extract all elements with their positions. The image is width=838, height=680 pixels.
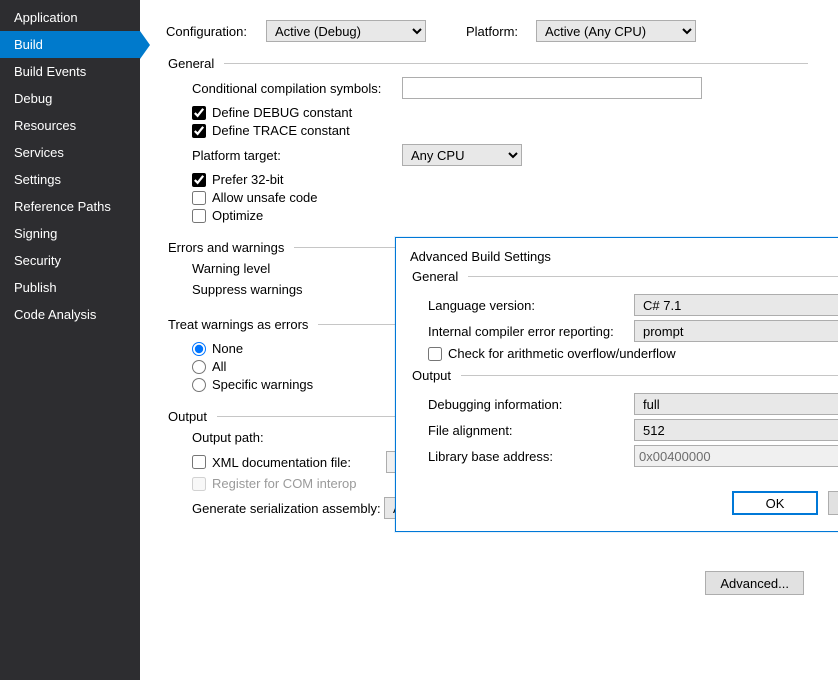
register-com-checkbox (192, 477, 206, 491)
debug-info-select[interactable]: full (634, 393, 838, 415)
treat-none-label: None (212, 341, 243, 356)
define-trace-label: Define TRACE constant (212, 123, 350, 138)
sidebar-item-publish[interactable]: Publish (0, 274, 140, 301)
suppress-warnings-label: Suppress warnings (192, 282, 332, 297)
cancel-button[interactable]: Cancel (828, 491, 838, 515)
output-path-label: Output path: (192, 430, 362, 445)
treat-specific-label: Specific warnings (212, 377, 313, 392)
platform-target-label: Platform target: (192, 148, 402, 163)
project-properties-sidebar: Application Build Build Events Debug Res… (0, 0, 140, 680)
sidebar-item-label: Debug (14, 91, 52, 106)
general-legend: General (166, 56, 224, 71)
sidebar-item-services[interactable]: Services (0, 139, 140, 166)
sidebar-item-code-analysis[interactable]: Code Analysis (0, 301, 140, 328)
xml-doc-label: XML documentation file: (212, 455, 380, 470)
configuration-label: Configuration: (166, 24, 266, 39)
conditional-symbols-input[interactable] (402, 77, 702, 99)
language-version-select[interactable]: C# 7.1 (634, 294, 838, 316)
define-debug-label: Define DEBUG constant (212, 105, 352, 120)
dialog-output-legend: Output (410, 368, 461, 383)
sidebar-item-resources[interactable]: Resources (0, 112, 140, 139)
prefer-32bit-label: Prefer 32-bit (212, 172, 284, 187)
platform-target-select[interactable]: Any CPU (402, 144, 522, 166)
internal-error-label: Internal compiler error reporting: (428, 324, 634, 339)
platform-select[interactable]: Active (Any CPU) (536, 20, 696, 42)
configuration-select[interactable]: Active (Debug) (266, 20, 426, 42)
xml-doc-checkbox[interactable] (192, 455, 206, 469)
sidebar-item-label: Publish (14, 280, 57, 295)
overflow-checkbox[interactable] (428, 347, 442, 361)
sidebar-item-debug[interactable]: Debug (0, 85, 140, 112)
prefer-32bit-checkbox[interactable] (192, 173, 206, 187)
sidebar-item-security[interactable]: Security (0, 247, 140, 274)
define-trace-checkbox[interactable] (192, 124, 206, 138)
treat-specific-radio[interactable] (192, 378, 206, 392)
allow-unsafe-label: Allow unsafe code (212, 190, 318, 205)
sidebar-item-label: Settings (14, 172, 61, 187)
library-base-input[interactable] (634, 445, 838, 467)
debug-info-label: Debugging information: (428, 397, 634, 412)
file-alignment-label: File alignment: (428, 423, 634, 438)
optimize-label: Optimize (212, 208, 263, 223)
treat-all-label: All (212, 359, 226, 374)
sidebar-item-reference-paths[interactable]: Reference Paths (0, 193, 140, 220)
treat-all-radio[interactable] (192, 360, 206, 374)
general-section: General Conditional compilation symbols:… (166, 56, 808, 226)
ok-button[interactable]: OK (732, 491, 818, 515)
sidebar-item-label: Build Events (14, 64, 86, 79)
build-settings-panel: Configuration: Active (Debug) Platform: … (140, 0, 838, 680)
library-base-label: Library base address: (428, 449, 634, 464)
sidebar-item-label: Resources (14, 118, 76, 133)
sidebar-item-build-events[interactable]: Build Events (0, 58, 140, 85)
sidebar-item-label: Signing (14, 226, 57, 241)
advanced-button[interactable]: Advanced... (705, 571, 804, 595)
sidebar-item-build[interactable]: Build (0, 31, 140, 58)
sidebar-item-label: Security (14, 253, 61, 268)
internal-error-select[interactable]: prompt (634, 320, 838, 342)
sidebar-item-label: Build (14, 37, 43, 52)
optimize-checkbox[interactable] (192, 209, 206, 223)
platform-label: Platform: (466, 24, 536, 39)
sidebar-item-label: Code Analysis (14, 307, 96, 322)
sidebar-item-label: Reference Paths (14, 199, 111, 214)
sidebar-item-settings[interactable]: Settings (0, 166, 140, 193)
dialog-title: Advanced Build Settings (410, 249, 838, 264)
treat-none-radio[interactable] (192, 342, 206, 356)
dialog-output-section: Output Debugging information: full File … (410, 368, 838, 471)
configuration-platform-row: Configuration: Active (Debug) Platform: … (166, 20, 808, 42)
conditional-symbols-label: Conditional compilation symbols: (192, 81, 402, 96)
dialog-general-section: General Language version: C# 7.1 Interna… (410, 269, 838, 364)
sidebar-item-label: Services (14, 145, 64, 160)
file-alignment-select[interactable]: 512 (634, 419, 838, 441)
output-legend: Output (166, 409, 217, 424)
gen-serialization-label: Generate serialization assembly: (192, 501, 384, 516)
overflow-label: Check for arithmetic overflow/underflow (448, 346, 676, 361)
warning-level-label: Warning level (192, 261, 332, 276)
register-com-label: Register for COM interop (212, 476, 357, 491)
treat-warnings-legend: Treat warnings as errors (166, 317, 318, 332)
sidebar-item-label: Application (14, 10, 78, 25)
errors-warnings-legend: Errors and warnings (166, 240, 294, 255)
advanced-build-settings-dialog: Advanced Build Settings ? ✕ General Lang… (395, 237, 838, 532)
dialog-general-legend: General (410, 269, 468, 284)
language-version-label: Language version: (428, 298, 634, 313)
sidebar-item-signing[interactable]: Signing (0, 220, 140, 247)
allow-unsafe-checkbox[interactable] (192, 191, 206, 205)
sidebar-item-application[interactable]: Application (0, 4, 140, 31)
define-debug-checkbox[interactable] (192, 106, 206, 120)
